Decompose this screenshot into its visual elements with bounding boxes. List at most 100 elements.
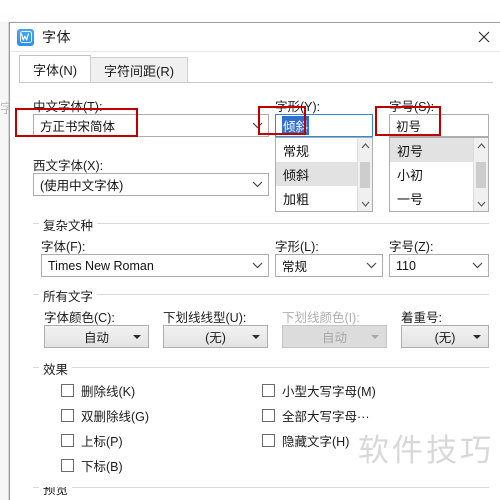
checkbox-box[interactable] (61, 384, 74, 397)
dropdown-arrow-icon (133, 334, 141, 339)
tab-font-label: 字体(N) (33, 62, 78, 78)
scroll-down-icon[interactable] (474, 196, 488, 211)
checkbox-label: 删除线(K) (81, 385, 136, 399)
font-size-option-label: 一号 (397, 191, 424, 207)
checkbox-box[interactable] (262, 409, 275, 422)
wps-writer-icon (17, 28, 34, 46)
checkbox-all-caps[interactable]: 全部大写字母··· (262, 406, 370, 425)
checkbox-label: 全部大写字母··· (282, 410, 370, 424)
checkbox-label: 双删除线(G) (81, 410, 150, 424)
scroll-up-icon[interactable] (358, 138, 372, 153)
preview-group-title: 预览 (39, 487, 73, 498)
preview-group: 预览 (33, 487, 489, 500)
chinese-font-combo[interactable]: 方正书宋简体 (33, 114, 269, 137)
emphasis-mark-label: 着重号: (401, 311, 442, 325)
font-size-option-label: 初号 (397, 143, 424, 159)
tab-font[interactable]: 字体(N) (19, 55, 92, 82)
underline-color-button: 自动 (282, 325, 387, 348)
checkbox-box[interactable] (61, 434, 74, 447)
checkbox-subscript[interactable]: 下标(B) (61, 456, 123, 475)
chinese-font-label: 中文字体(T): (33, 100, 103, 114)
tab-character-spacing-label: 字符间距(R) (104, 63, 175, 79)
scrollbar-thumb[interactable] (360, 162, 370, 188)
chevron-down-icon (472, 255, 483, 276)
cs-style-combo[interactable]: 常规 (275, 254, 383, 277)
cs-style-label: 字形(L): (275, 240, 319, 254)
underline-color-value: 自动 (321, 331, 347, 345)
font-size-label: 字号(S): (389, 100, 435, 114)
background-glyph: 字 (0, 101, 9, 116)
dropdown-arrow-icon (371, 334, 379, 339)
latin-font-value: (使用中文字体) (40, 179, 124, 193)
checkbox-label: 上标(P) (81, 435, 123, 449)
tab-character-spacing[interactable]: 字符间距(R) (90, 57, 189, 82)
font-size-combo[interactable]: 初号 (389, 114, 489, 137)
checkbox-label: 小型大写字母(M) (282, 385, 376, 399)
font-size-option-label: 小初 (397, 167, 424, 183)
underline-style-label: 下划线线型(U): (163, 311, 247, 325)
chevron-down-icon (252, 115, 263, 136)
font-style-option-label: 加粗 (283, 191, 310, 207)
scrollbar-thumb[interactable] (476, 162, 486, 188)
underline-color-label: 下划线颜色(I): (282, 311, 360, 325)
font-style-option-label: 常规 (283, 143, 310, 159)
latin-font-label: 西文字体(X): (33, 159, 104, 173)
cs-font-label: 字体(F): (41, 240, 86, 254)
font-style-combo[interactable]: 倾斜 (275, 114, 373, 137)
checkbox-hidden-text[interactable]: 隐藏文字(H) (262, 431, 349, 450)
all-text-group-title: 所有文字 (39, 286, 98, 305)
cs-size-label: 字号(Z): (389, 240, 434, 254)
checkbox-strikethrough[interactable]: 删除线(K) (61, 381, 135, 400)
cs-font-combo[interactable]: Times New Roman (41, 254, 269, 277)
checkbox-box[interactable] (61, 459, 74, 472)
checkbox-label: 下标(B) (81, 460, 123, 474)
underline-style-value: (无) (205, 331, 226, 345)
font-size-value: 初号 (396, 120, 422, 134)
cs-size-value: 110 (396, 258, 416, 273)
font-color-label: 字体颜色(C): (44, 311, 115, 325)
font-style-value: 倾斜 (282, 116, 310, 135)
font-size-dropdown-list[interactable]: 初号 小初 一号 (389, 137, 489, 212)
watermark-text: 软件技巧 (358, 433, 494, 469)
cs-style-value: 常规 (282, 260, 308, 274)
cs-font-value: Times New Roman (48, 258, 154, 273)
chevron-down-icon (252, 255, 263, 276)
dropdown-arrow-icon (252, 334, 260, 339)
scroll-down-icon[interactable] (358, 196, 372, 211)
checkbox-box[interactable] (262, 384, 275, 397)
emphasis-mark-value: (无) (434, 331, 456, 345)
group-divider (33, 294, 489, 295)
effects-group-title: 效果 (39, 359, 73, 378)
font-color-value: 自动 (83, 331, 109, 345)
font-style-scrollbar[interactable] (357, 138, 372, 211)
checkbox-box[interactable] (61, 409, 74, 422)
dropdown-arrow-icon (473, 334, 481, 339)
font-color-button[interactable]: 自动 (44, 325, 149, 348)
font-style-label: 字形(Y): (275, 100, 321, 114)
cs-size-combo[interactable]: 110 (389, 254, 489, 277)
chevron-down-icon (252, 174, 263, 195)
group-divider (33, 223, 489, 224)
scroll-up-icon[interactable] (474, 138, 488, 153)
close-icon[interactable] (471, 25, 497, 49)
tab-strip: 字体(N) 字符间距(R) (19, 55, 500, 82)
dialog-titlebar: 字体 (10, 23, 500, 52)
chinese-font-value: 方正书宋简体 (40, 120, 116, 134)
underline-style-button[interactable]: (无) (163, 325, 268, 348)
checkbox-superscript[interactable]: 上标(P) (61, 431, 123, 450)
emphasis-mark-button[interactable]: (无) (401, 325, 489, 348)
chevron-down-icon (366, 255, 377, 276)
font-style-dropdown-list[interactable]: 常规 倾斜 加粗 (275, 137, 373, 212)
complex-script-group-title: 复杂文种 (39, 215, 98, 234)
font-size-scrollbar[interactable] (473, 138, 488, 211)
font-style-option-label: 倾斜 (283, 167, 310, 183)
dialog-title: 字体 (42, 29, 71, 45)
group-divider (33, 367, 489, 368)
group-divider (33, 487, 489, 488)
checkbox-double-strikethrough[interactable]: 双删除线(G) (61, 406, 149, 425)
background-app-edge (0, 22, 9, 500)
latin-font-combo[interactable]: (使用中文字体) (33, 173, 269, 196)
checkbox-label: 隐藏文字(H) (282, 435, 350, 449)
checkbox-small-caps[interactable]: 小型大写字母(M) (262, 381, 376, 400)
checkbox-box[interactable] (262, 434, 275, 447)
